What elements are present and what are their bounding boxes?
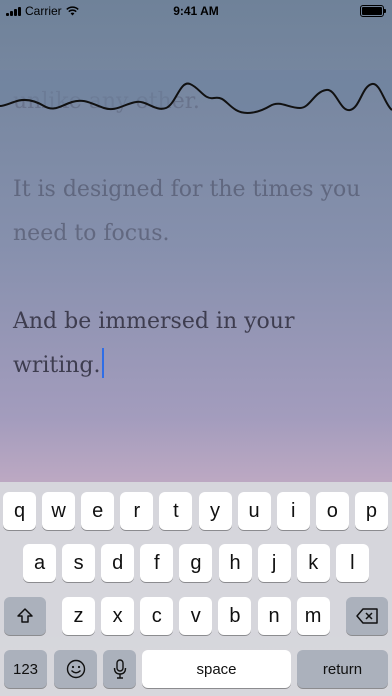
shift-icon — [17, 608, 33, 623]
key-m[interactable]: m — [296, 597, 330, 635]
key-b[interactable]: b — [218, 597, 252, 635]
space-key[interactable]: space — [142, 650, 291, 688]
key-w[interactable]: w — [42, 492, 76, 530]
shift-key[interactable] — [4, 597, 46, 635]
microphone-icon — [113, 659, 126, 679]
key-a[interactable]: a — [23, 544, 56, 582]
key-t[interactable]: t — [159, 492, 193, 530]
key-g[interactable]: g — [179, 544, 213, 582]
key-e[interactable]: e — [81, 492, 115, 530]
return-key[interactable]: return — [297, 650, 388, 688]
numbers-key[interactable]: 123 — [4, 650, 47, 688]
key-u[interactable]: u — [237, 492, 271, 530]
paragraph-3: And be immersed in your writing. — [13, 309, 295, 378]
key-k[interactable]: k — [296, 544, 330, 582]
key-r[interactable]: r — [120, 492, 154, 530]
key-v[interactable]: v — [179, 597, 213, 635]
key-x[interactable]: x — [101, 597, 135, 635]
text-cursor — [101, 348, 104, 378]
key-s[interactable]: s — [62, 544, 96, 582]
battery-icon — [360, 5, 386, 17]
keyboard: qwertyuiop asdfghjkl zxcvbnm 123 space r… — [0, 482, 392, 696]
key-j[interactable]: j — [257, 544, 291, 582]
key-h[interactable]: h — [218, 544, 252, 582]
key-i[interactable]: i — [276, 492, 310, 530]
paragraph-2: It is designed for the times you need to… — [13, 177, 361, 246]
key-n[interactable]: n — [257, 597, 291, 635]
key-l[interactable]: l — [335, 544, 369, 582]
key-d[interactable]: d — [101, 544, 135, 582]
key-q[interactable]: q — [3, 492, 36, 530]
status-right — [360, 5, 386, 17]
status-time: 9:41 AM — [173, 4, 219, 18]
microphone-key[interactable] — [103, 650, 136, 688]
key-z[interactable]: z — [62, 597, 95, 635]
wave-divider — [0, 70, 392, 114]
key-y[interactable]: y — [198, 492, 232, 530]
delete-key[interactable] — [346, 597, 388, 635]
key-o[interactable]: o — [315, 492, 349, 530]
key-c[interactable]: c — [140, 597, 174, 635]
key-p[interactable]: p — [354, 492, 388, 530]
status-bar: Carrier 9:41 AM — [0, 0, 392, 22]
key-f[interactable]: f — [140, 544, 174, 582]
paragraph-active: And be immersed in your writing. — [13, 300, 383, 388]
delete-icon — [356, 608, 378, 624]
emoji-key[interactable] — [54, 650, 97, 688]
emoji-icon — [66, 659, 85, 679]
